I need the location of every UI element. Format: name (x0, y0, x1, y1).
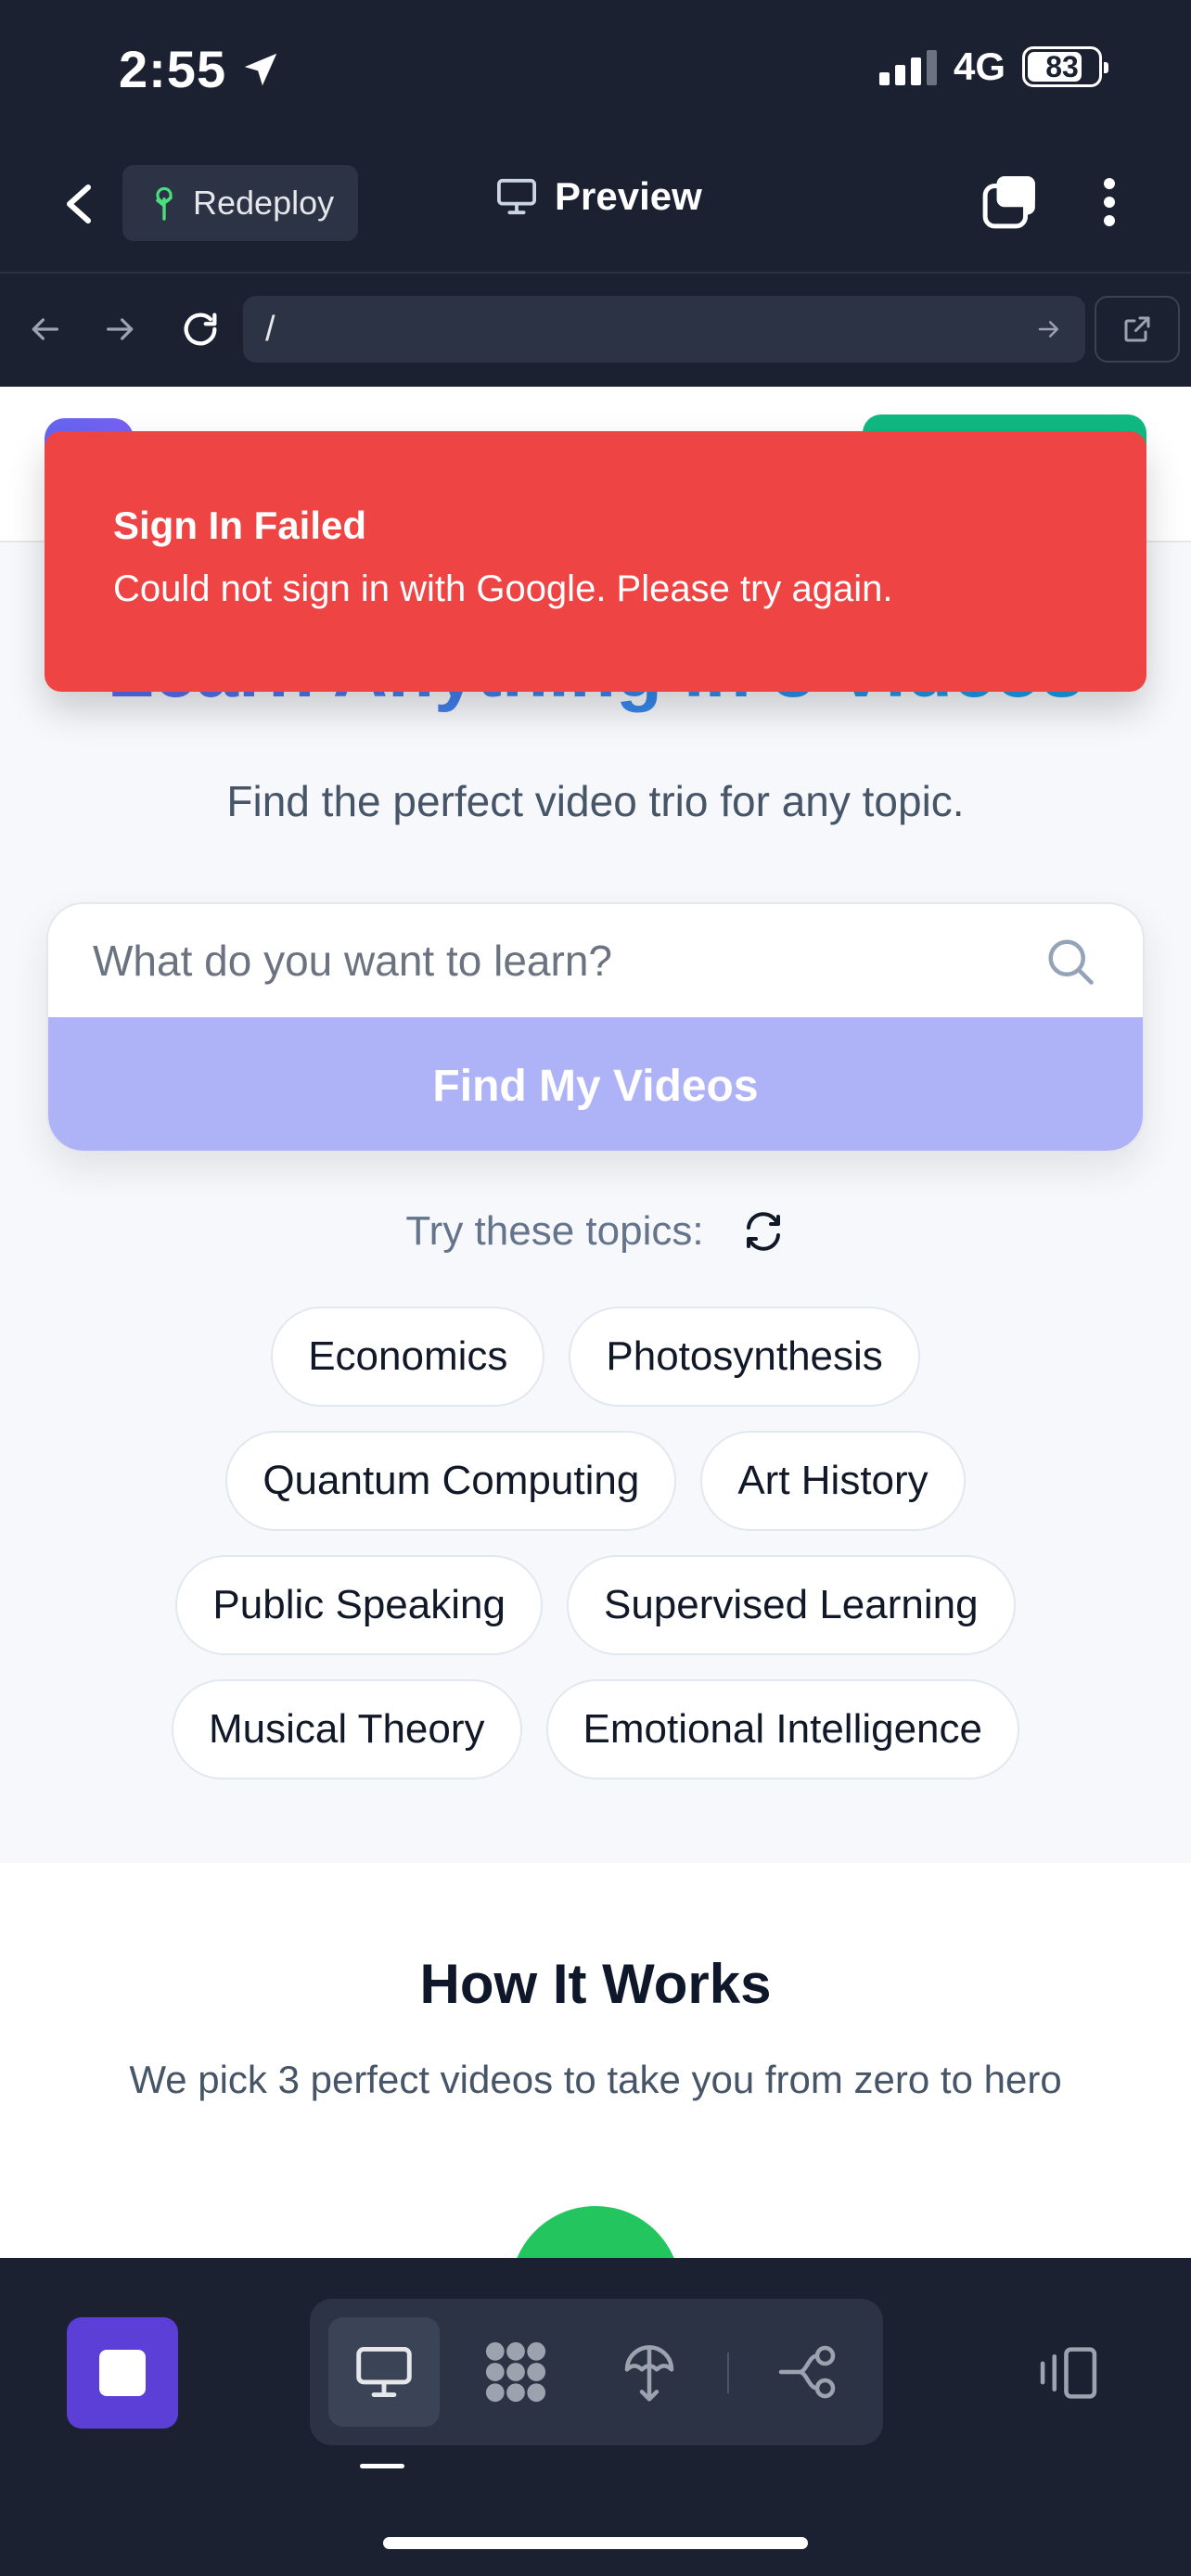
browser-forward-button[interactable] (96, 305, 145, 353)
redeploy-label: Redeploy (193, 184, 335, 222)
status-time: 2:55 (119, 39, 282, 99)
signal-bars-icon (878, 48, 937, 85)
tabs-icon (982, 176, 1035, 229)
how-it-works-subtitle: We pick 3 perfect videos to take you fro… (129, 2058, 1062, 2101)
stop-button[interactable] (67, 2317, 178, 2429)
apps-grid-icon (485, 2341, 546, 2403)
topic-chip[interactable]: Quantum Computing (225, 1431, 677, 1531)
deploy-tab[interactable] (594, 2317, 705, 2427)
bottom-toolbar (0, 2258, 1191, 2576)
monitor-icon (497, 178, 536, 215)
topic-chip[interactable]: Musical Theory (172, 1679, 522, 1779)
browser-bar: / (0, 274, 1191, 387)
time-text: 2:55 (119, 40, 227, 98)
preview-tab[interactable] (328, 2317, 440, 2427)
more-vertical-icon[interactable] (1091, 172, 1128, 232)
search-icon[interactable] (1043, 934, 1098, 989)
step-badge (510, 2206, 681, 2258)
how-it-works-section: How It Works We pick 3 perfect videos to… (0, 1863, 1191, 2258)
browser-back-button[interactable] (20, 305, 69, 353)
panel-toggle-icon (1040, 2347, 1097, 2399)
url-text: / (265, 309, 275, 349)
monitor-icon (356, 2347, 412, 2397)
view-switcher (310, 2299, 883, 2445)
open-external-button[interactable] (1095, 296, 1180, 363)
external-link-icon (1124, 316, 1150, 342)
try-topics-label: Try these topics: (405, 1208, 704, 1254)
redeploy-button[interactable]: Redeploy (122, 165, 358, 241)
topic-chip[interactable]: Economics (271, 1307, 545, 1407)
location-arrow-icon (244, 53, 277, 85)
back-button[interactable] (56, 176, 102, 232)
home-indicator (383, 2537, 808, 2549)
url-field[interactable]: / (243, 296, 1085, 363)
network-type: 4G (953, 45, 1005, 88)
toast-title: Sign In Failed (113, 504, 367, 547)
reload-button[interactable] (176, 305, 224, 353)
reload-icon (184, 312, 217, 346)
segment-divider (727, 2353, 729, 2393)
apps-tab[interactable] (460, 2317, 571, 2427)
tree-icon (156, 186, 173, 221)
topic-chip[interactable]: Emotional Intelligence (545, 1679, 1019, 1779)
error-toast[interactable]: Sign In Failed Could not sign in with Go… (45, 431, 1146, 692)
stop-icon (99, 2350, 146, 2396)
go-arrow-icon[interactable] (1035, 315, 1063, 343)
shuffle-refresh-icon[interactable] (741, 1209, 786, 1254)
find-videos-button[interactable]: Find My Videos (48, 1017, 1143, 1151)
deploy-icon (624, 2345, 674, 2402)
app-header: Redeploy Preview (0, 139, 1191, 274)
workflow-icon (778, 2345, 836, 2399)
battery-icon: 83 (1022, 46, 1108, 87)
topic-chip[interactable]: Public Speaking (175, 1555, 543, 1655)
battery-level: 83 (1045, 49, 1079, 83)
chevron-left-icon (67, 185, 91, 223)
preview-label: Preview (555, 174, 702, 218)
toast-message: Could not sign in with Google. Please tr… (113, 568, 893, 609)
topic-chip[interactable]: Supervised Learning (566, 1555, 1016, 1655)
status-bar: 2:55 4G 83 (0, 0, 1191, 139)
topic-chip[interactable]: Photosynthesis (569, 1307, 920, 1407)
topic-chip[interactable]: Art History (700, 1431, 966, 1531)
arrow-left-icon (32, 318, 58, 340)
status-indicators: 4G 83 (878, 45, 1108, 89)
tabs-button[interactable] (981, 172, 1039, 230)
panel-toggle-button[interactable] (1031, 2336, 1106, 2410)
workflow-tab[interactable] (753, 2317, 864, 2427)
arrow-right-icon (107, 318, 134, 340)
search-card: Find My Videos (46, 902, 1145, 1153)
search-input[interactable] (48, 904, 1143, 1017)
try-topics-row: Try these topics: (0, 1208, 1191, 1255)
topic-chips: Economics Photosynthesis Quantum Computi… (56, 1307, 1135, 1779)
active-tab-indicator (360, 2464, 404, 2468)
preview-title: Preview (495, 174, 702, 219)
hero-subtitle: Find the perfect video trio for any topi… (226, 777, 965, 825)
how-it-works-title: How It Works (419, 1953, 772, 2015)
